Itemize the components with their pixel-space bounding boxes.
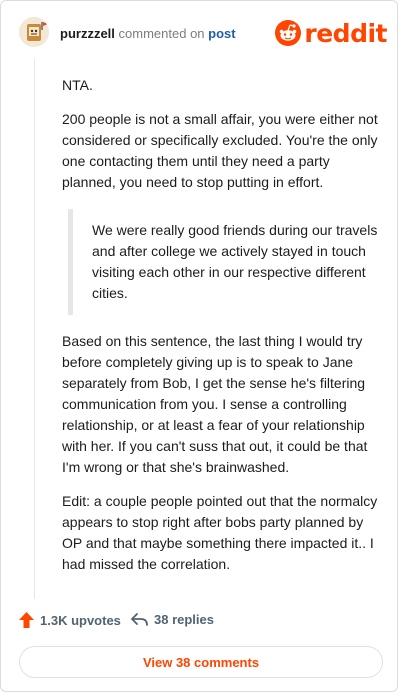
- thread-line[interactable]: [34, 59, 35, 599]
- upvote-arrow-icon: [19, 612, 34, 628]
- comment-paragraph: 200 people is not a small affair, you we…: [62, 111, 378, 190]
- comment-footer: 1.3K upvotes 38 replies: [19, 612, 379, 632]
- comment-header: purzzzell commented on post reddit: [19, 17, 387, 51]
- replies-button[interactable]: 38 replies: [131, 612, 214, 627]
- replies-count: 38 replies: [154, 612, 214, 627]
- avatar-icon: [19, 17, 49, 47]
- comment-body: NTA. 200 people is not a small affair, y…: [62, 75, 378, 588]
- comment-paragraph: Based on this sentence, the last thing I…: [62, 333, 368, 475]
- comment-card: purzzzell commented on post reddit NTA. …: [0, 0, 398, 692]
- blockquote: We were really good friends during our t…: [68, 209, 378, 315]
- comment-paragraph: Edit: a couple people pointed out that t…: [62, 493, 378, 572]
- view-comments-button[interactable]: View 38 comments: [19, 646, 383, 678]
- avatar[interactable]: [19, 17, 49, 47]
- comment-paragraph: NTA.: [62, 77, 93, 93]
- comment-meta: purzzzell commented on post: [60, 26, 236, 42]
- comment-action-text: commented on: [118, 26, 205, 41]
- upvote-button[interactable]: 1.3K upvotes: [19, 612, 121, 628]
- username-link[interactable]: purzzzell: [60, 26, 115, 41]
- post-link[interactable]: post: [208, 26, 235, 41]
- reply-arrow-icon: [131, 612, 148, 626]
- upvote-count: 1.3K upvotes: [40, 612, 121, 628]
- reddit-wordmark: reddit: [304, 18, 387, 48]
- reddit-logo[interactable]: reddit: [275, 18, 387, 48]
- reddit-logo-icon: [275, 20, 302, 46]
